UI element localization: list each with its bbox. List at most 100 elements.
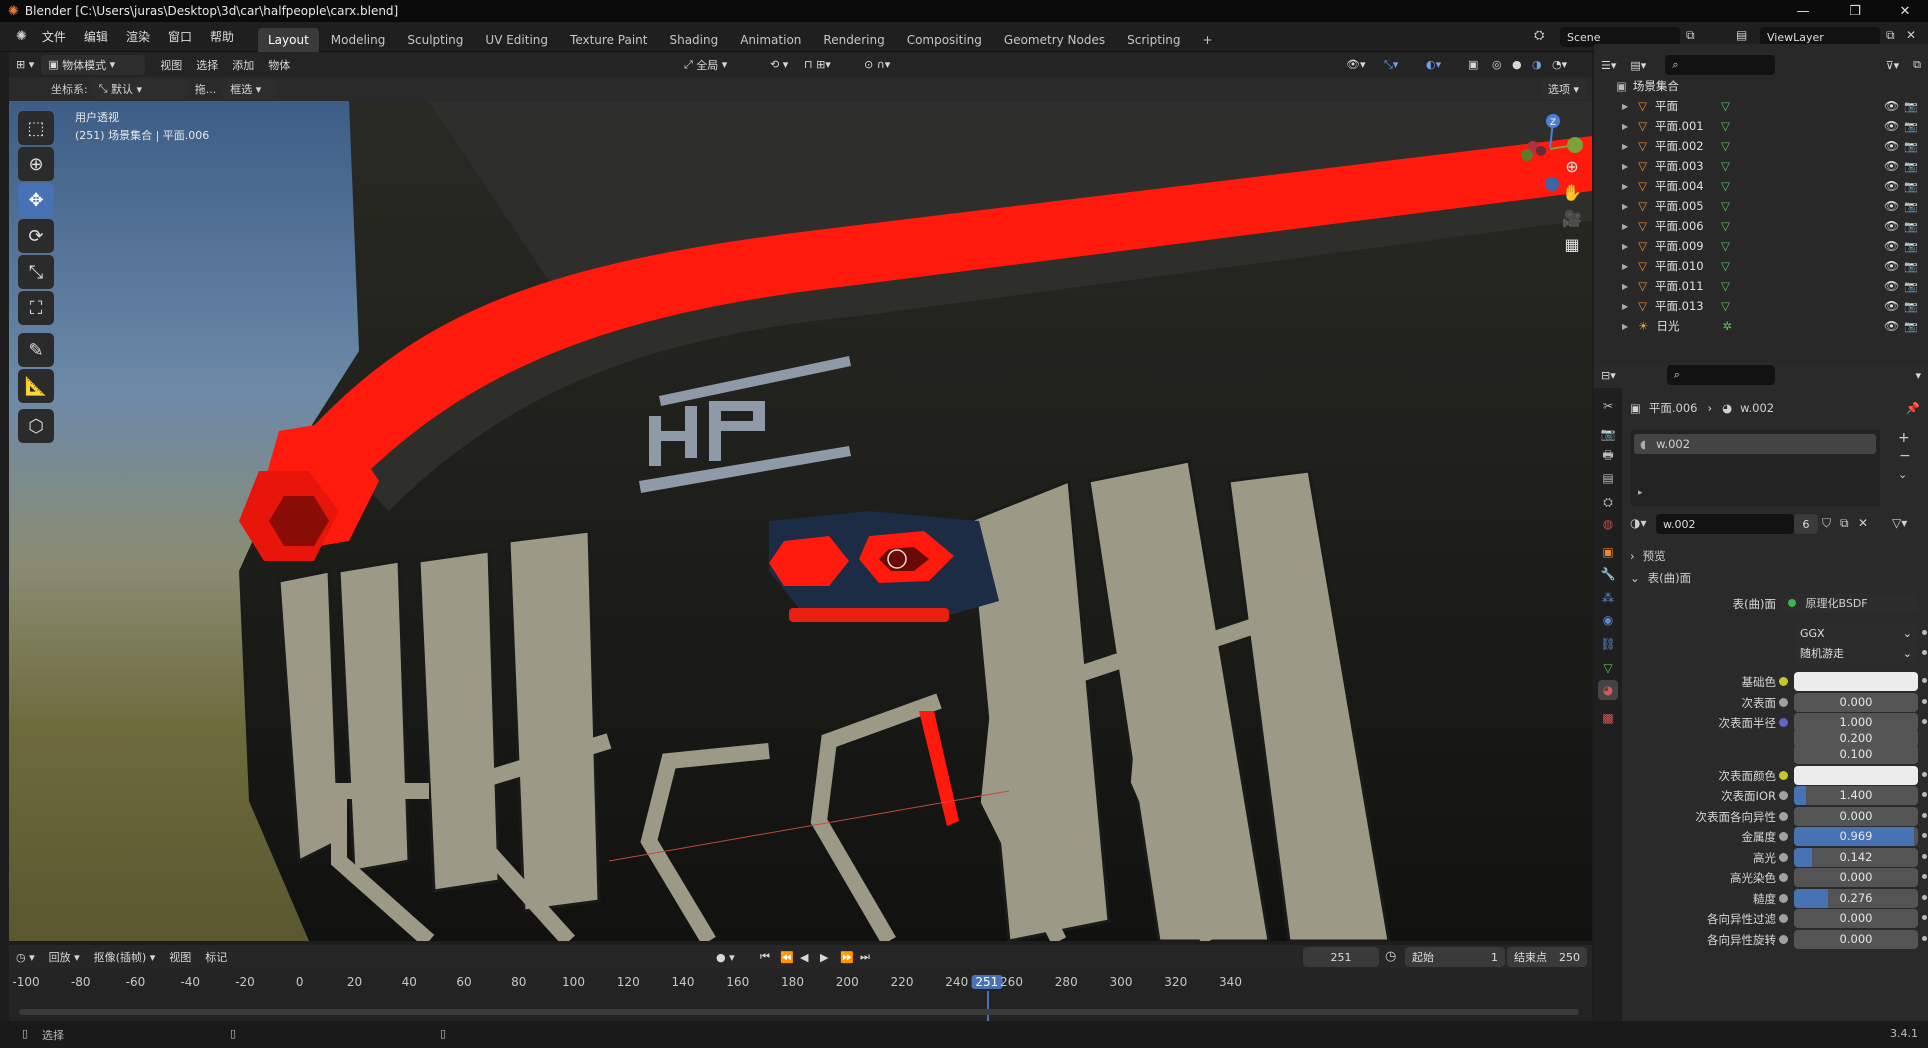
browse-material-icon[interactable]: ◑▾ — [1630, 516, 1647, 530]
tab-modeling[interactable]: Modeling — [321, 28, 396, 52]
keyframe-dot[interactable] — [1922, 792, 1927, 797]
fake-user-icon[interactable]: ⛉ — [1822, 516, 1831, 531]
render-camera-icon[interactable]: 📷 — [1904, 260, 1918, 273]
proportional-edit-icon[interactable]: ⊙ ∩▾ — [857, 55, 897, 75]
tab-uv-editing[interactable]: UV Editing — [475, 28, 558, 52]
preview-panel-header[interactable]: › 预览 — [1626, 546, 1922, 566]
shading-rendered-icon[interactable]: ◔▾ — [1545, 55, 1574, 75]
remove-slot-button[interactable]: − — [1899, 448, 1911, 464]
render-camera-icon[interactable]: 📷 — [1904, 120, 1918, 133]
menu-window[interactable]: 窗口 — [159, 28, 201, 45]
ortho-grid-icon[interactable]: ▦ — [1559, 231, 1585, 257]
material-tab-icon[interactable]: ◕ — [1598, 680, 1618, 700]
visibility-eye-icon[interactable]: 👁 — [1884, 219, 1899, 233]
visibility-eye-icon[interactable]: 👁 — [1884, 159, 1899, 173]
render-camera-icon[interactable]: 📷 — [1904, 160, 1918, 173]
physics-tab-icon[interactable]: ◉ — [1598, 610, 1618, 630]
expand-arrow-icon[interactable]: ▶ — [1622, 182, 1628, 191]
render-camera-icon[interactable]: 📷 — [1904, 100, 1918, 113]
constraints-tab-icon[interactable]: ⛓ — [1598, 634, 1618, 654]
zoom-icon[interactable]: ⊕ — [1559, 153, 1585, 179]
start-frame-field[interactable]: 起始 1 — [1405, 947, 1505, 967]
playback-menu[interactable]: 回放 ▾ — [42, 947, 87, 967]
visibility-eye-icon[interactable]: 👁 — [1884, 319, 1899, 333]
keyframe-dot[interactable] — [1922, 630, 1927, 635]
stopwatch-icon[interactable]: ◷ — [1385, 949, 1396, 964]
outliner-search[interactable]: ⌕ — [1665, 55, 1776, 75]
tab-rendering[interactable]: Rendering — [813, 28, 894, 52]
blender-menu-icon[interactable]: ✺ — [16, 29, 27, 44]
annotate-tool[interactable]: ✎ — [18, 333, 54, 367]
menu-view[interactable]: 视图 — [153, 55, 189, 75]
tab-texture-paint[interactable]: Texture Paint — [560, 28, 657, 52]
move-tool[interactable]: ✥ — [18, 183, 54, 217]
tab-animation[interactable]: Animation — [730, 28, 811, 52]
camera-view-icon[interactable]: 🎥 — [1559, 205, 1585, 231]
expand-arrow-icon[interactable]: ▶ — [1622, 302, 1628, 311]
minimize-button[interactable]: — — [1780, 0, 1826, 22]
menu-edit[interactable]: 编辑 — [75, 28, 117, 45]
number-slider[interactable]: 0.142 — [1794, 847, 1918, 867]
xray-icon[interactable]: ▣ — [1461, 55, 1485, 75]
transform-orientation[interactable]: ⤢ 全局 ▾ — [677, 55, 734, 75]
world-tab-icon[interactable]: ◍ — [1598, 514, 1618, 534]
mode-selector[interactable]: ▣ 物体模式 ▾ — [41, 54, 146, 75]
expand-arrow-icon[interactable]: ▶ — [1622, 242, 1628, 251]
end-frame-field[interactable]: 结束点 250 — [1507, 947, 1587, 967]
keyframe-dot[interactable] — [1922, 853, 1927, 859]
add-cube-tool[interactable]: ⬡ — [18, 409, 54, 443]
color-swatch[interactable] — [1794, 765, 1918, 785]
outliner-item[interactable]: ▶ ☀ 日光 ✲ 👁 📷 — [1594, 316, 1928, 336]
rotate-tool[interactable]: ⟳ — [18, 219, 54, 253]
render-camera-icon[interactable]: 📷 — [1904, 200, 1918, 213]
slot-menu-button[interactable]: ⌄ — [1898, 468, 1907, 481]
duplicate-material-icon[interactable]: ⧉ — [1840, 516, 1849, 531]
outliner-item[interactable]: ▶ ▽ 平面.003 ▽ 👁 📷 — [1594, 156, 1928, 176]
render-camera-icon[interactable]: 📷 — [1904, 140, 1918, 153]
menu-render[interactable]: 渲染 — [117, 28, 159, 45]
select-box-tool[interactable]: ⬚ — [18, 111, 54, 145]
number-slider[interactable]: 1.400 — [1794, 786, 1918, 805]
viewlayer-new-icon[interactable]: ⧉ — [1886, 28, 1895, 43]
number-slider[interactable]: 0.276 — [1794, 888, 1918, 908]
scene-new-icon[interactable]: ⧉ — [1686, 28, 1695, 43]
visibility-icon[interactable]: 👁▾ — [1339, 55, 1373, 75]
view-layer-tab-icon[interactable]: ▤ — [1598, 468, 1618, 488]
menu-object[interactable]: 物体 — [261, 55, 297, 75]
outliner-item[interactable]: ▶ ▽ 平面.005 ▽ 👁 📷 — [1594, 196, 1928, 216]
expand-arrow-icon[interactable]: ▶ — [1622, 202, 1628, 211]
menu-file[interactable]: 文件 — [33, 28, 75, 45]
outliner-item[interactable]: ▶ ▽ 平面.011 ▽ 👁 📷 — [1594, 276, 1928, 296]
tool-tab-icon[interactable]: ✂ — [1598, 396, 1618, 416]
number-slider[interactable]: 0.000 — [1794, 806, 1918, 826]
timeline-editor-type-icon[interactable]: ◷ ▾ — [9, 947, 42, 967]
menu-select[interactable]: 选择 — [189, 55, 225, 75]
record-button[interactable]: ● ▾ — [709, 947, 742, 967]
visibility-eye-icon[interactable]: 👁 — [1884, 299, 1899, 313]
material-slot-item[interactable]: ◖ w.002 — [1634, 434, 1876, 454]
viewlayer-remove-icon[interactable]: ✕ — [1906, 28, 1916, 42]
snap-icon[interactable]: ⊓ ⊞▾ — [797, 55, 838, 75]
pin-icon[interactable]: 📌 — [1906, 401, 1920, 415]
scene-collection-row[interactable]: ▣ 场景集合 — [1594, 76, 1928, 96]
expand-arrow-icon[interactable]: ▶ — [1622, 262, 1628, 271]
editor-type-icon[interactable]: ⊞ ▾ — [9, 55, 41, 75]
expand-arrow-icon[interactable]: ▶ — [1622, 282, 1628, 291]
keyframe-dot[interactable] — [1922, 812, 1927, 818]
number-slider[interactable]: 0.969 — [1794, 827, 1918, 846]
outliner-item[interactable]: ▶ ▽ 平面.002 ▽ 👁 📷 — [1594, 136, 1928, 156]
tab-geometry-nodes[interactable]: Geometry Nodes — [994, 28, 1115, 52]
keyframe-dot[interactable] — [1922, 719, 1927, 724]
keyframe-dot[interactable] — [1922, 935, 1927, 941]
expand-arrow-icon[interactable]: ▶ — [1622, 142, 1628, 151]
data-tab-icon[interactable]: ▽ — [1598, 658, 1618, 678]
keyframe-dot[interactable] — [1922, 678, 1927, 683]
expand-arrow-icon[interactable]: ▶ — [1622, 122, 1628, 131]
outliner-item[interactable]: ▶ ▽ 平面.009 ▽ 👁 📷 — [1594, 236, 1928, 256]
keyframe-dot[interactable] — [1922, 771, 1927, 777]
visibility-eye-icon[interactable]: 👁 — [1884, 139, 1899, 153]
scale-tool[interactable]: ⤡ — [18, 255, 54, 289]
render-camera-icon[interactable]: 📷 — [1904, 300, 1918, 313]
playhead[interactable] — [986, 991, 989, 1021]
outliner-item[interactable]: ▶ ▽ 平面.004 ▽ 👁 📷 — [1594, 176, 1928, 196]
